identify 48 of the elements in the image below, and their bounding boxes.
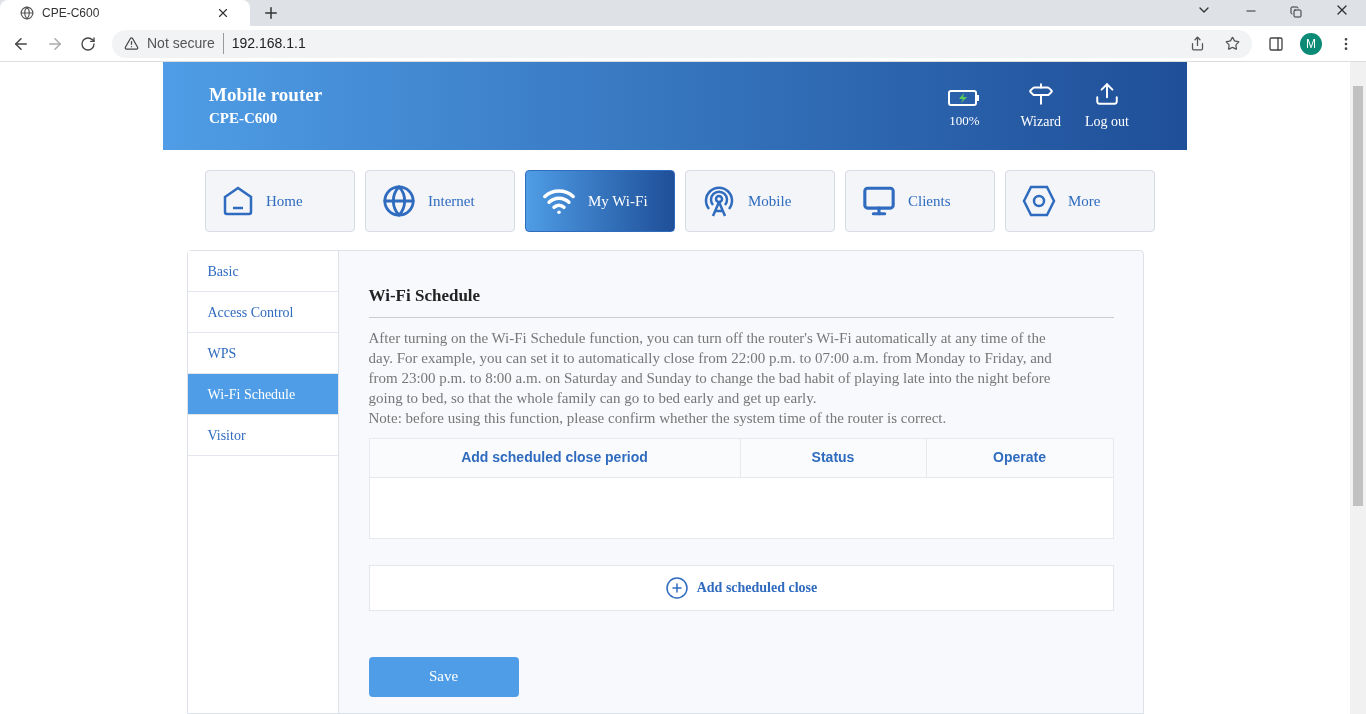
nav-tab[interactable]: More [1005, 170, 1155, 232]
app-title: Mobile router [209, 82, 323, 107]
save-button[interactable]: Save [368, 656, 519, 697]
logout-button[interactable]: Log out [1085, 80, 1129, 132]
sidebar-item[interactable]: Access Control [187, 292, 338, 333]
column-header: Status [740, 438, 927, 477]
nav-tab[interactable]: Clients [845, 170, 995, 232]
column-header: Add scheduled close period [369, 438, 741, 477]
share-icon[interactable] [1190, 36, 1205, 51]
nav-tab[interactable]: Home [205, 170, 355, 232]
wizard-button[interactable]: Wizard [1020, 80, 1062, 132]
description-text: After turning on the Wi-Fi Schedule function, you can turn off the router's Wi-Fi automatically at any time of the day. For example, you can set it to automatically close from 22:00 p.m. to 07:00 a.m. from Monday to Friday, and from 23:00 p.m. to 8:00 a.m. on Saturday and Sunday to change the bad habit of playing late into the night before going to bed, so that the whole family can go to bed early and get up early. [368, 328, 1053, 408]
sidebar-item[interactable]: Wi-Fi Schedule [187, 374, 338, 415]
nav-tab[interactable]: Mobile [685, 170, 835, 232]
address-bar[interactable]: Not secure 192.168.1.1 [112, 29, 1252, 58]
browser-tab[interactable]: CPE-C600 [0, 0, 250, 26]
upload-icon [1094, 80, 1120, 107]
column-header: Operate [992, 448, 1047, 467]
note-text: Note: before using this function, please confirm whether the system time of the router is correct. [368, 408, 948, 428]
new-tab-icon[interactable] [262, 4, 280, 22]
globe-icon [20, 6, 34, 20]
reload-icon[interactable] [80, 35, 96, 52]
battery-level: 100% [949, 112, 980, 131]
url-text: 192.168.1.1 [231, 34, 306, 53]
profile-avatar[interactable]: M [1300, 32, 1322, 55]
sidebar-item[interactable]: Basic [187, 251, 338, 292]
warning-icon [124, 36, 139, 51]
plus-circle-icon [664, 575, 689, 600]
scrollbar[interactable] [1350, 62, 1366, 714]
star-icon[interactable] [1225, 36, 1240, 51]
section-title: Wi-Fi Schedule [368, 283, 1114, 318]
hexagon-icon [1022, 185, 1056, 217]
tab-title: CPE-C600 [42, 5, 101, 22]
sidebar-item[interactable]: Visitor [187, 415, 338, 456]
add-schedule-button[interactable]: Add scheduled close [368, 564, 1114, 611]
house-icon [222, 185, 254, 217]
signpost-icon [1027, 80, 1054, 107]
antenna-icon [702, 184, 736, 218]
model-name: CPE-C600 [209, 108, 279, 128]
close-icon[interactable] [216, 6, 230, 20]
nav-tab[interactable]: My Wi-Fi [525, 170, 675, 232]
globe-icon [382, 184, 416, 218]
restore-icon[interactable] [1290, 6, 1302, 18]
monitor-icon [862, 184, 896, 218]
security-label: Not secure [147, 33, 224, 54]
battery-icon [948, 89, 981, 108]
nav-tab[interactable]: Internet [365, 170, 515, 232]
side-panel-icon[interactable] [1268, 35, 1284, 52]
